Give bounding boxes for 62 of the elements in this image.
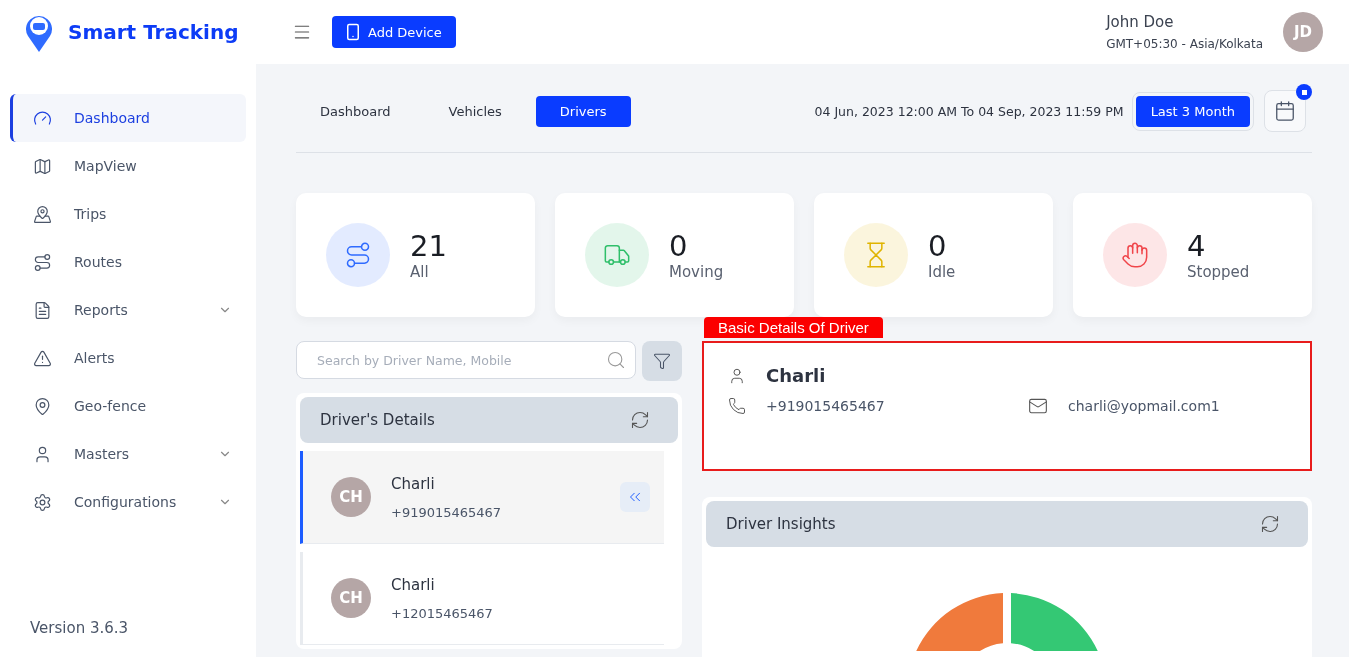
brand-name: Smart Tracking [68,20,239,44]
stat-label: Moving [669,263,724,281]
refresh-icon[interactable] [1260,514,1280,534]
driver-name: Charli [766,365,826,386]
settings-icon [33,492,52,512]
driver-email: charli@yopmail.com1 [1068,398,1220,414]
timezone: GMT+05:30 - Asia/Kolkata [1106,37,1263,51]
document-icon [33,300,52,320]
panel-title: Driver Insights [726,515,836,533]
sidebar-item[interactable]: Trips [10,190,246,238]
driver-item[interactable]: CH Charli +12015465467 [300,552,664,645]
sidebar-item[interactable]: Configurations [10,478,246,526]
user-icon [33,444,52,464]
sidebar-item[interactable]: Alerts [10,334,246,382]
route-icon [33,252,52,272]
tab[interactable]: Vehicles [424,95,526,127]
filter-icon [653,352,671,370]
stat-value: 21 [410,229,447,263]
driver-name: Charli [391,474,436,493]
calendar-icon [1274,100,1296,122]
sidebar-item[interactable]: Reports [10,286,246,334]
sidebar-item[interactable]: MapView [10,142,246,190]
map-pin-icon [33,204,52,224]
stat-label: Stopped [1187,263,1250,281]
driver-name: Charli [391,575,436,594]
sidebar-item[interactable]: Dashboard [10,94,246,142]
search-field[interactable]: Search by Driver Name, Mobile [296,341,636,379]
refresh-icon[interactable] [630,410,650,430]
search-icon [606,350,626,370]
stat-label: Idle [928,263,956,281]
sidebar-item[interactable]: Masters [10,430,246,478]
calendar-button[interactable] [1264,90,1306,132]
user-icon [728,366,746,385]
tab[interactable]: Drivers [535,95,631,127]
filter-button[interactable] [642,341,682,381]
hand-icon [1121,241,1149,269]
warning-icon [33,348,52,368]
date-range: 04 Jun, 2023 12:00 AM To 04 Sep, 2023 11:59 PM [814,103,1124,119]
user-name: John Doe [1106,13,1175,31]
driver-item[interactable]: CH Charli +919015465467 [300,451,664,544]
driver-phone: +919015465467 [766,398,885,414]
sidebar-item[interactable]: Routes [10,238,246,286]
stat-value: 0 [669,229,689,263]
stat-value: 0 [928,229,948,263]
driver-avatar: CH [331,477,371,517]
add-device-button[interactable]: Add Device [332,16,456,48]
stat-label: All [410,263,430,281]
route-icon [344,241,372,269]
phone-icon [728,397,746,415]
section-tag: Basic Details Of Driver [704,317,883,338]
driver-phone: +919015465467 [391,504,503,520]
panel-title: Driver's Details [320,411,435,429]
sidebar-item[interactable]: Geo-fence [10,382,246,430]
stat-value: 4 [1187,229,1207,263]
driver-avatar: CH [331,578,371,618]
tab[interactable]: Dashboard [296,95,415,127]
version-label: Version 3.6.3 [29,619,130,637]
range-button[interactable]: Last 3 Month [1135,95,1250,127]
map-icon [33,156,52,176]
mail-icon [1028,396,1048,416]
driver-phone: +12015465467 [391,605,494,621]
location-pin-icon [33,396,52,416]
